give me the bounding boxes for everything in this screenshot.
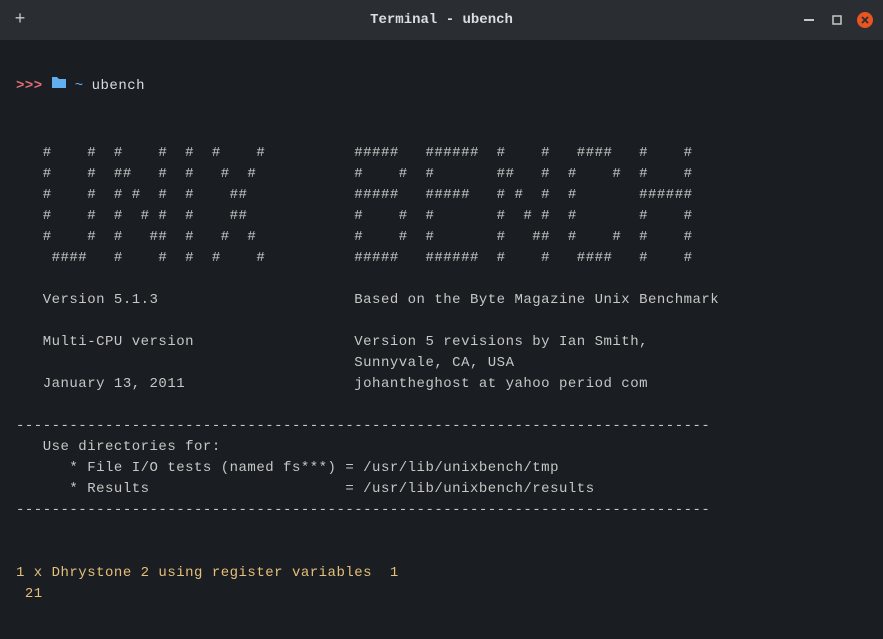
- folder-icon: [51, 75, 67, 97]
- prompt-arrows: >>>: [16, 76, 43, 97]
- prompt-line: >>> ~ ubench: [16, 75, 867, 97]
- window-controls: [801, 12, 873, 28]
- separator-bottom: ----------------------------------------…: [16, 502, 710, 518]
- prompt-tilde: ~: [75, 76, 84, 97]
- ascii-banner: # # # # # # # ##### ###### # # #### # # …: [16, 145, 693, 266]
- multi-cpu-line: Multi-CPU version Version 5 revisions by…: [16, 334, 648, 371]
- titlebar: + Terminal - ubench: [0, 0, 883, 40]
- command-text: ubench: [92, 76, 145, 97]
- close-button[interactable]: [857, 12, 873, 28]
- terminal-body[interactable]: >>> ~ ubench # # # # # # # ##### ###### # …: [0, 40, 883, 639]
- progress-line-2: 21: [16, 586, 43, 602]
- separator-top: ----------------------------------------…: [16, 418, 710, 434]
- date-line: January 13, 2011 johantheghost at yahoo …: [16, 376, 648, 392]
- maximize-button[interactable]: [829, 12, 845, 28]
- titlebar-left: +: [10, 10, 30, 30]
- version-line: Version 5.1.3 Based on the Byte Magazine…: [16, 292, 719, 308]
- new-tab-button[interactable]: +: [10, 10, 30, 30]
- progress-line-1: 1 x Dhrystone 2 using register variables…: [16, 565, 399, 581]
- output-banner: # # # # # # # ##### ###### # # #### # # …: [16, 122, 867, 605]
- window-title: Terminal - ubench: [370, 12, 513, 28]
- use-dirs: Use directories for: * File I/O tests (n…: [16, 439, 595, 497]
- minimize-button[interactable]: [801, 12, 817, 28]
